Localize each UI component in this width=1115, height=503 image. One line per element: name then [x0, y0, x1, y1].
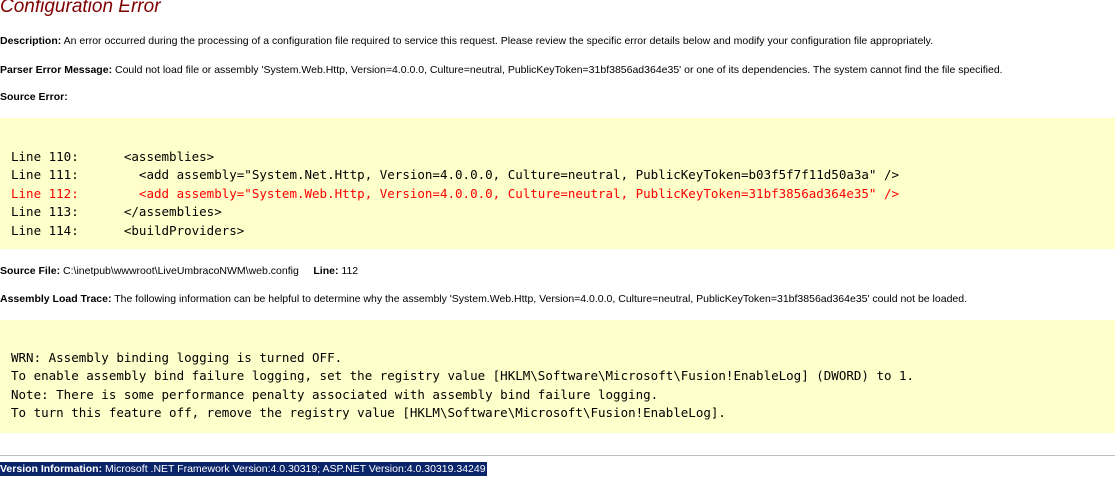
- source-line-number: 112: [341, 265, 359, 277]
- parser-error-text: Could not load file or assembly 'System.…: [114, 64, 1003, 76]
- trace-line: To turn this feature off, remove the reg…: [11, 405, 726, 421]
- version-text: Microsoft .NET Framework Version:4.0.303…: [105, 463, 486, 475]
- version-information: Version Information: Microsoft .NET Fram…: [0, 462, 487, 476]
- page-title: Configuration Error: [0, 0, 161, 17]
- source-file: Source File: C:\inetpub\wwwroot\LiveUmbr…: [0, 264, 358, 278]
- source-error-code-block: Line 110: <assemblies> Line 111: <add as…: [0, 118, 1115, 249]
- parser-error-label: Parser Error Message:: [0, 64, 113, 76]
- assembly-trace-code-block: WRN: Assembly binding logging is turned …: [0, 320, 1115, 433]
- source-line: Line 113: </assemblies>: [11, 204, 222, 220]
- source-line-error: Line 112: <add assembly="System.Web.Http…: [11, 185, 900, 201]
- assembly-trace-label: Assembly Load Trace:: [0, 293, 112, 305]
- trace-line: WRN: Assembly binding logging is turned …: [11, 350, 343, 365]
- source-error-label: Source Error:: [0, 91, 68, 103]
- parser-error-message: Parser Error Message: Could not load fil…: [0, 63, 1003, 77]
- description-text: An error occurred during the processing …: [63, 35, 934, 47]
- version-label: Version Information:: [0, 463, 103, 475]
- divider: [0, 455, 1115, 456]
- source-file-label: Source File:: [0, 265, 61, 277]
- trace-line: Note: There is some performance penalty …: [11, 386, 659, 402]
- source-line: Line 111: <add assembly="System.Net.Http…: [11, 167, 900, 183]
- assembly-trace-text: The following information can be helpful…: [114, 293, 968, 305]
- source-line: Line 114: <buildProviders>: [11, 222, 245, 238]
- source-line: Line 110: <assemblies>: [11, 149, 215, 164]
- assembly-load-trace: Assembly Load Trace: The following infor…: [0, 292, 967, 306]
- description: Description: An error occurred during th…: [0, 34, 933, 48]
- trace-line: To enable assembly bind failure logging,…: [11, 368, 915, 384]
- source-error-heading: Source Error:: [0, 90, 68, 104]
- source-file-path: C:\inetpub\wwwroot\LiveUmbracoNWM\web.co…: [63, 265, 299, 277]
- source-line-label: Line:: [313, 265, 339, 277]
- description-label: Description:: [0, 35, 62, 47]
